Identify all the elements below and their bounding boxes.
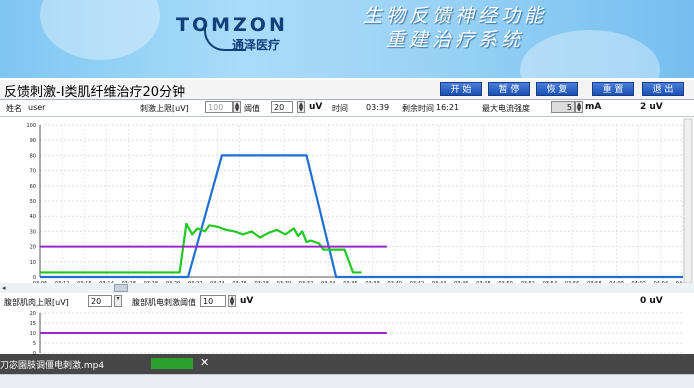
abdomen-upper-dropdown[interactable]: ▾: [114, 295, 122, 307]
emg-chart-main: 0102030405060708090100 03:0603:1203:1603…: [0, 117, 694, 283]
scroll-thumb[interactable]: [114, 284, 128, 292]
y-tick-label: 5: [33, 341, 36, 347]
trigger-upper-label: 刺激上限[uV]: [140, 104, 189, 113]
video-overlay-bar: 刀宓園肢调僵电刺激.mp4 ✕: [0, 354, 694, 374]
y-tick-label: 80: [30, 153, 36, 159]
scroll-left-icon[interactable]: ◂: [2, 284, 10, 292]
trigger-upper-field[interactable]: 100: [205, 101, 233, 113]
abdomen-threshold-label: 腹部肌电刺激阈值: [132, 298, 196, 307]
time-label: 时间: [332, 104, 348, 113]
pause-button[interactable]: 暂 停: [488, 82, 530, 96]
y-tick-label: 100: [26, 123, 36, 129]
abdomen-emg-readout: 0 uV: [640, 296, 663, 306]
threshold-field[interactable]: 20: [271, 101, 293, 113]
brand-cn-name: 通泽医疗: [232, 38, 281, 52]
max-current-unit: mA: [585, 102, 602, 112]
remaining-label: 剩余时间: [402, 104, 434, 113]
y-tick-label: 10: [30, 260, 36, 266]
abdomen-upper-field[interactable]: 20: [88, 295, 112, 307]
max-current-label: 最大电流强度: [482, 104, 530, 113]
y-tick-label: 60: [30, 184, 36, 190]
y-tick-label: 10: [30, 331, 36, 337]
max-current-spinner[interactable]: ▲ ▼: [575, 101, 583, 113]
y-tick-label: 90: [30, 138, 36, 144]
threshold-spinner[interactable]: ▲ ▼: [297, 101, 305, 113]
page-title: 反馈刺激-I类肌纤维治疗20分钟: [4, 85, 186, 100]
app-banner: TOMZON 通泽医疗 生物反馈神经功能 重建治疗系统: [0, 0, 694, 78]
exit-button[interactable]: 退 出: [642, 82, 684, 96]
toolbar: 反馈刺激-I类肌纤维治疗20分钟 开 始 暂 停 恢 复 重 置 退 出: [0, 80, 694, 100]
remaining-value: 16:21: [436, 103, 460, 112]
abdomen-threshold-unit: uV: [240, 296, 254, 306]
y-tick-label: 15: [30, 321, 36, 327]
video-filename: 刀宓園肢调僵电刺激.mp4: [0, 361, 105, 371]
headline-line-1: 生物反馈神经功能: [362, 5, 547, 27]
emg-readout: 2 uV: [640, 102, 663, 112]
emg-chart-abdomen: 05101520: [0, 309, 694, 355]
threshold-unit: uV: [309, 102, 323, 112]
bottom-status-strip: [0, 374, 694, 388]
y-tick-label: 70: [30, 169, 36, 175]
y-tick-label: 20: [30, 311, 36, 317]
reset-button[interactable]: 重 置: [592, 82, 634, 96]
parameter-bar-2: 腹部肌肉上限[uV] 20 ▾ 腹部肌电刺激阈值 10 ▲ ▼ uV 0 uV: [0, 294, 694, 308]
y-tick-label: 30: [30, 229, 36, 235]
close-icon[interactable]: ✕: [200, 356, 209, 369]
video-highlight: [151, 358, 193, 369]
y-tick-label: 20: [30, 245, 36, 251]
headline-line-2: 重建治疗系统: [385, 29, 524, 51]
y-tick-label: 50: [30, 199, 36, 205]
horizontal-scrollbar[interactable]: ◂: [0, 283, 694, 293]
y-tick-label: 40: [30, 214, 36, 220]
abdomen-threshold-field[interactable]: 10: [200, 295, 226, 307]
trigger-upper-spinner[interactable]: ▲ ▼: [233, 101, 241, 113]
abdomen-threshold-spinner[interactable]: ▲ ▼: [228, 295, 236, 307]
max-current-field[interactable]: 5: [551, 101, 575, 113]
name-label: 姓名: [6, 104, 22, 113]
system-headline: 生物反馈神经功能 重建治疗系统: [325, 4, 585, 52]
brand-logo: TOMZON 通泽医疗: [176, 12, 296, 60]
threshold-label: 阈值: [244, 104, 260, 113]
chart-vertical-scrollbar[interactable]: [683, 118, 693, 283]
abdomen-upper-label: 腹部肌肉上限[uV]: [4, 298, 69, 307]
parameter-bar: 姓名 user 刺激上限[uV] 100 ▲ ▼ 阈值 20 ▲ ▼ uV 时间 0…: [0, 100, 694, 117]
time-value: 03:39: [366, 103, 390, 112]
start-button[interactable]: 开 始: [440, 82, 482, 96]
name-value: user: [28, 103, 46, 112]
resume-button[interactable]: 恢 复: [536, 82, 578, 96]
